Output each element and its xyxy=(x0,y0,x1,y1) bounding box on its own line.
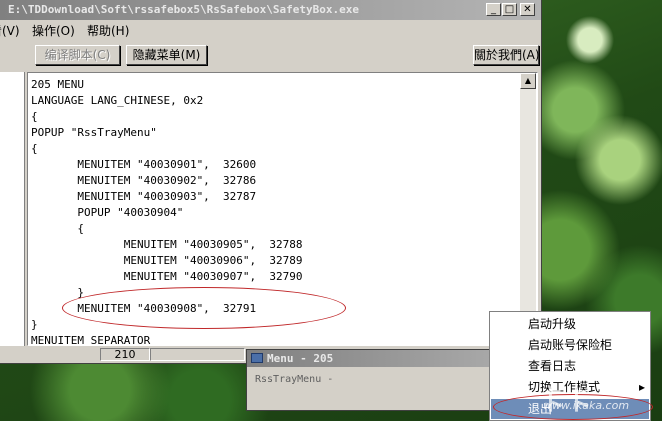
window-title: E:\TDDownload\Soft\rssafebox5\RsSafebox\… xyxy=(8,3,359,16)
maximize-button[interactable]: □ xyxy=(502,3,517,16)
menu-bar: 查看(V) 操作(O) 帮助(H) xyxy=(0,20,541,39)
highlight-ellipse-menuitem xyxy=(62,287,346,329)
code-line: MENUITEM "40030903", 32787 xyxy=(31,190,257,203)
code-line: { xyxy=(31,142,38,155)
tray-item-start-upgrade[interactable]: 启动升级 xyxy=(491,314,649,334)
status-position: 210 xyxy=(100,348,150,361)
code-line: MENUITEM "40030906", 32789 xyxy=(31,254,303,267)
sub-window-content: RssTrayMenu - xyxy=(255,374,334,385)
left-panel xyxy=(0,72,25,346)
code-line: { xyxy=(31,222,84,235)
tray-item-account-safe[interactable]: 启动账号保险柜 xyxy=(491,335,649,355)
status-cell-empty xyxy=(150,348,245,361)
code-line: 205 MENU xyxy=(31,78,84,91)
compile-script-button[interactable]: 编译脚本(C) xyxy=(35,45,120,65)
code-line: MENUITEM "40030901", 32600 xyxy=(31,158,257,171)
about-us-button[interactable]: 關於我們(A) xyxy=(473,45,540,65)
code-line: MENUITEM "40030902", 32786 xyxy=(31,174,257,187)
code-line: MENUITEM "40030907", 32790 xyxy=(31,270,303,283)
minimize-button[interactable]: _ xyxy=(486,3,501,16)
scroll-up-icon[interactable]: ▲ xyxy=(520,73,536,89)
code-line: MENUITEM "40030905", 32788 xyxy=(31,238,303,251)
vertical-scrollbar[interactable]: ▲ ▼ xyxy=(520,73,536,345)
submenu-arrow-icon: ▸ xyxy=(639,380,646,394)
code-line: LANGUAGE LANG_CHINESE, 0x2 xyxy=(31,94,204,107)
watermark-url: www.ikaka.com xyxy=(543,399,630,412)
tray-item-view-log[interactable]: 查看日志 xyxy=(491,356,649,376)
code-line: { xyxy=(31,110,38,123)
hide-menu-button[interactable]: 隐藏菜单(M) xyxy=(126,45,207,65)
code-line: POPUP "40030904" xyxy=(31,206,184,219)
title-bar[interactable]: E:\TDDownload\Soft\rssafebox5\RsSafebox\… xyxy=(0,0,541,20)
toolbar: 编译脚本(C) 隐藏菜单(M) 關於我們(A) xyxy=(0,41,541,71)
menu-operate[interactable]: 操作(O) xyxy=(32,22,75,39)
menu-view[interactable]: 查看(V) xyxy=(0,22,20,39)
code-line: POPUP "RssTrayMenu" xyxy=(31,126,157,139)
close-button[interactable]: ✕ xyxy=(520,3,535,16)
sub-window-title: Menu - 205 xyxy=(267,352,334,365)
window-icon xyxy=(251,353,263,363)
code-line: MENUITEM SEPARATOR xyxy=(31,334,151,346)
menu-help[interactable]: 帮助(H) xyxy=(87,22,129,39)
